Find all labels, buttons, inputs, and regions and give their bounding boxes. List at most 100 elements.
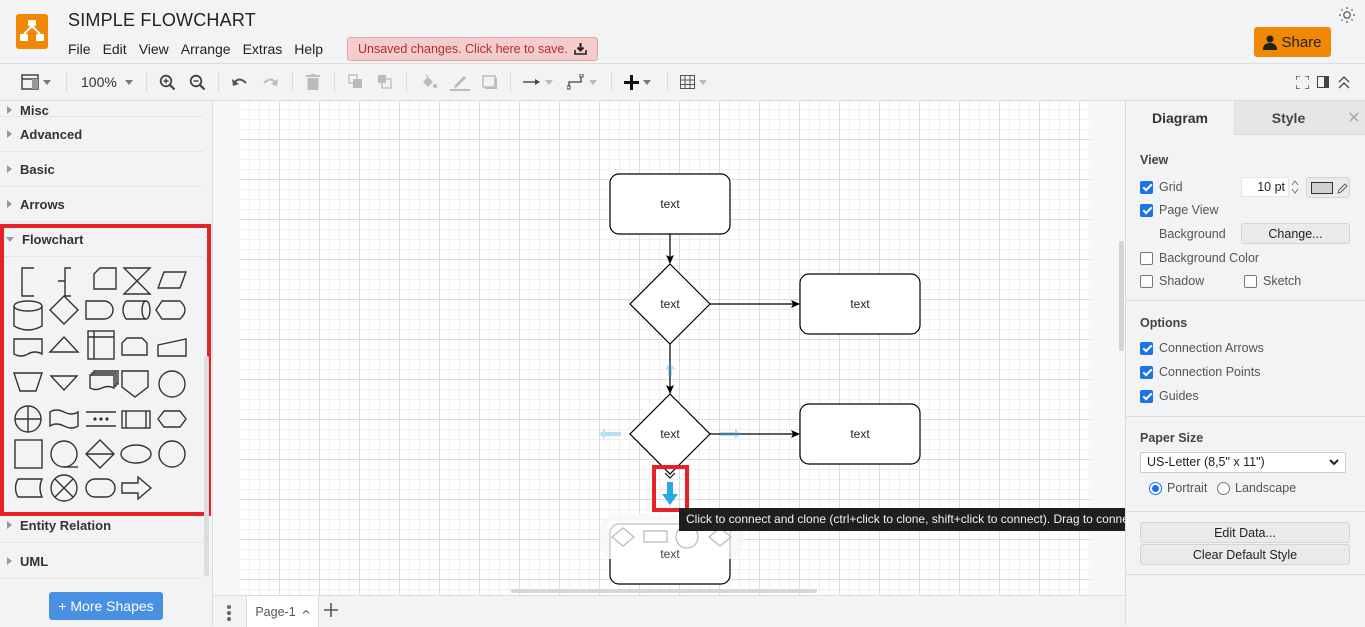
shape-off-page-reference[interactable] <box>121 370 149 398</box>
clone-connect-arrow-icon[interactable] <box>662 482 678 505</box>
shape-card[interactable] <box>93 267 117 290</box>
page-view-checkbox[interactable]: Page View <box>1140 203 1219 217</box>
sidebar-scrollbar[interactable] <box>204 356 209 576</box>
node-n1[interactable]: text <box>609 173 731 235</box>
hover-arrow-right-icon[interactable] <box>720 429 741 439</box>
sidebar-section-arrows[interactable]: Arrows <box>0 187 203 222</box>
zoom-dropdown[interactable]: 100% <box>81 71 133 93</box>
shadow-checkbox[interactable]: Shadow <box>1140 274 1204 288</box>
sidebar-section-advanced[interactable]: Advanced <box>0 117 203 152</box>
connection-arrows-checkbox[interactable]: Connection Arrows <box>1140 341 1264 355</box>
undo-button[interactable] <box>231 71 248 93</box>
pages-menu-button[interactable] <box>225 604 233 622</box>
menu-edit[interactable]: Edit <box>97 40 133 58</box>
shape-delay[interactable] <box>85 300 114 320</box>
redo-button[interactable] <box>262 71 279 93</box>
menu-extras[interactable]: Extras <box>237 40 289 58</box>
shape-multi-document[interactable] <box>89 370 119 391</box>
sidebar-section-uml[interactable]: UML <box>0 544 203 579</box>
shape-decision[interactable] <box>49 295 79 325</box>
format-panel-dropdown[interactable] <box>21 71 51 93</box>
share-button[interactable]: Share <box>1254 27 1331 57</box>
shape-stored-data[interactable] <box>14 478 44 498</box>
delete-button[interactable] <box>306 71 320 93</box>
grid-size-stepper[interactable] <box>1290 177 1300 197</box>
edit-data-button[interactable]: Edit Data... <box>1140 522 1350 543</box>
hover-arrow-up-icon[interactable] <box>665 363 675 376</box>
node-n2[interactable]: text <box>629 263 711 345</box>
hover-arrow-left-icon[interactable] <box>599 429 621 439</box>
collapse-toolbar-button[interactable] <box>1338 71 1350 93</box>
shape-start-2[interactable] <box>158 440 186 468</box>
shape-display[interactable] <box>155 300 186 320</box>
portrait-radio[interactable]: Portrait <box>1149 481 1207 495</box>
grid-size-input[interactable]: 10 pt <box>1241 177 1289 197</box>
shape-document[interactable] <box>13 338 43 357</box>
shape-paper-tape[interactable] <box>49 409 79 429</box>
shape-transfer[interactable] <box>121 475 153 501</box>
page-tab-page-1[interactable]: Page-1 <box>246 596 319 627</box>
menu-arrange[interactable]: Arrange <box>175 40 237 58</box>
chevron-up-icon[interactable] <box>302 609 310 614</box>
shadow-button[interactable] <box>482 71 498 93</box>
shape-summing[interactable] <box>14 405 42 433</box>
paper-size-select[interactable]: US-Letter (8,5" x 11") <box>1140 452 1346 473</box>
waypoints-dropdown[interactable] <box>567 71 597 93</box>
canvas-vertical-scrollbar[interactable] <box>1119 241 1124 351</box>
shape-loop-limit[interactable] <box>121 337 148 356</box>
connection-points-checkbox[interactable]: Connection Points <box>1140 365 1260 379</box>
fill-color-button[interactable] <box>420 71 438 93</box>
line-color-button[interactable] <box>450 71 470 93</box>
shape-manual-operation[interactable] <box>13 372 43 392</box>
sidebar-section-flowchart[interactable]: Flowchart <box>0 222 203 257</box>
shape-start-1[interactable] <box>120 444 152 464</box>
guides-checkbox[interactable]: Guides <box>1140 389 1199 403</box>
shape-collate[interactable] <box>122 267 152 295</box>
menu-file[interactable]: File <box>62 40 97 58</box>
shape-sort[interactable] <box>85 439 115 469</box>
zoom-out-button[interactable] <box>189 71 206 93</box>
sketch-checkbox[interactable]: Sketch <box>1244 274 1301 288</box>
node-n3[interactable]: text <box>799 273 921 335</box>
shape-process[interactable] <box>14 439 43 469</box>
landscape-radio[interactable]: Landscape <box>1217 481 1296 495</box>
grid-color-button[interactable] <box>1306 177 1350 198</box>
menu-view[interactable]: View <box>133 40 175 58</box>
shape-predefined-process[interactable] <box>121 410 151 429</box>
zoom-in-button[interactable] <box>159 71 176 93</box>
menu-help[interactable]: Help <box>288 40 329 58</box>
shape-or[interactable] <box>158 370 186 398</box>
insert-dropdown[interactable] <box>624 71 651 93</box>
format-toggle-button[interactable] <box>1317 71 1329 93</box>
shape-manual-input[interactable] <box>157 338 187 357</box>
shape-internal-storage[interactable] <box>87 330 115 360</box>
grid-checkbox[interactable]: Grid <box>1140 180 1183 194</box>
tab-diagram[interactable]: Diagram <box>1126 101 1234 135</box>
to-front-button[interactable] <box>348 71 364 93</box>
theme-toggle-button[interactable] <box>1338 6 1356 24</box>
sidebar-section-basic[interactable]: Basic <box>0 152 203 187</box>
to-back-button[interactable] <box>377 71 393 93</box>
shape-direct-data[interactable] <box>122 300 151 320</box>
sidebar-section-entity-relation[interactable]: Entity Relation <box>0 508 203 543</box>
more-shapes-button[interactable]: + More Shapes <box>49 592 163 620</box>
shape-sequential-data[interactable] <box>50 440 78 468</box>
close-panel-button[interactable]: ✕ <box>1342 101 1365 135</box>
clear-default-style-button[interactable]: Clear Default Style <box>1140 544 1350 565</box>
shape-annotation-2[interactable] <box>58 267 71 297</box>
shape-data[interactable] <box>156 271 188 289</box>
shape-preparation[interactable] <box>157 410 187 428</box>
node-n5[interactable]: text <box>799 403 921 465</box>
shape-parallel-mode[interactable] <box>86 411 116 427</box>
add-page-button[interactable] <box>323 602 341 620</box>
canvas-horizontal-scrollbar[interactable] <box>511 589 817 593</box>
background-color-checkbox[interactable]: Background Color <box>1140 251 1259 265</box>
connection-style-dropdown[interactable] <box>523 71 553 93</box>
shape-merge[interactable] <box>49 375 79 392</box>
document-title[interactable]: SIMPLE FLOWCHART <box>68 10 256 31</box>
unsaved-changes-button[interactable]: Unsaved changes. Click here to save. <box>347 37 598 61</box>
fullscreen-button[interactable] <box>1296 71 1309 93</box>
tab-style[interactable]: Style <box>1234 101 1342 135</box>
node-n4[interactable]: text <box>629 393 711 475</box>
shape-summing-function[interactable] <box>50 474 78 502</box>
